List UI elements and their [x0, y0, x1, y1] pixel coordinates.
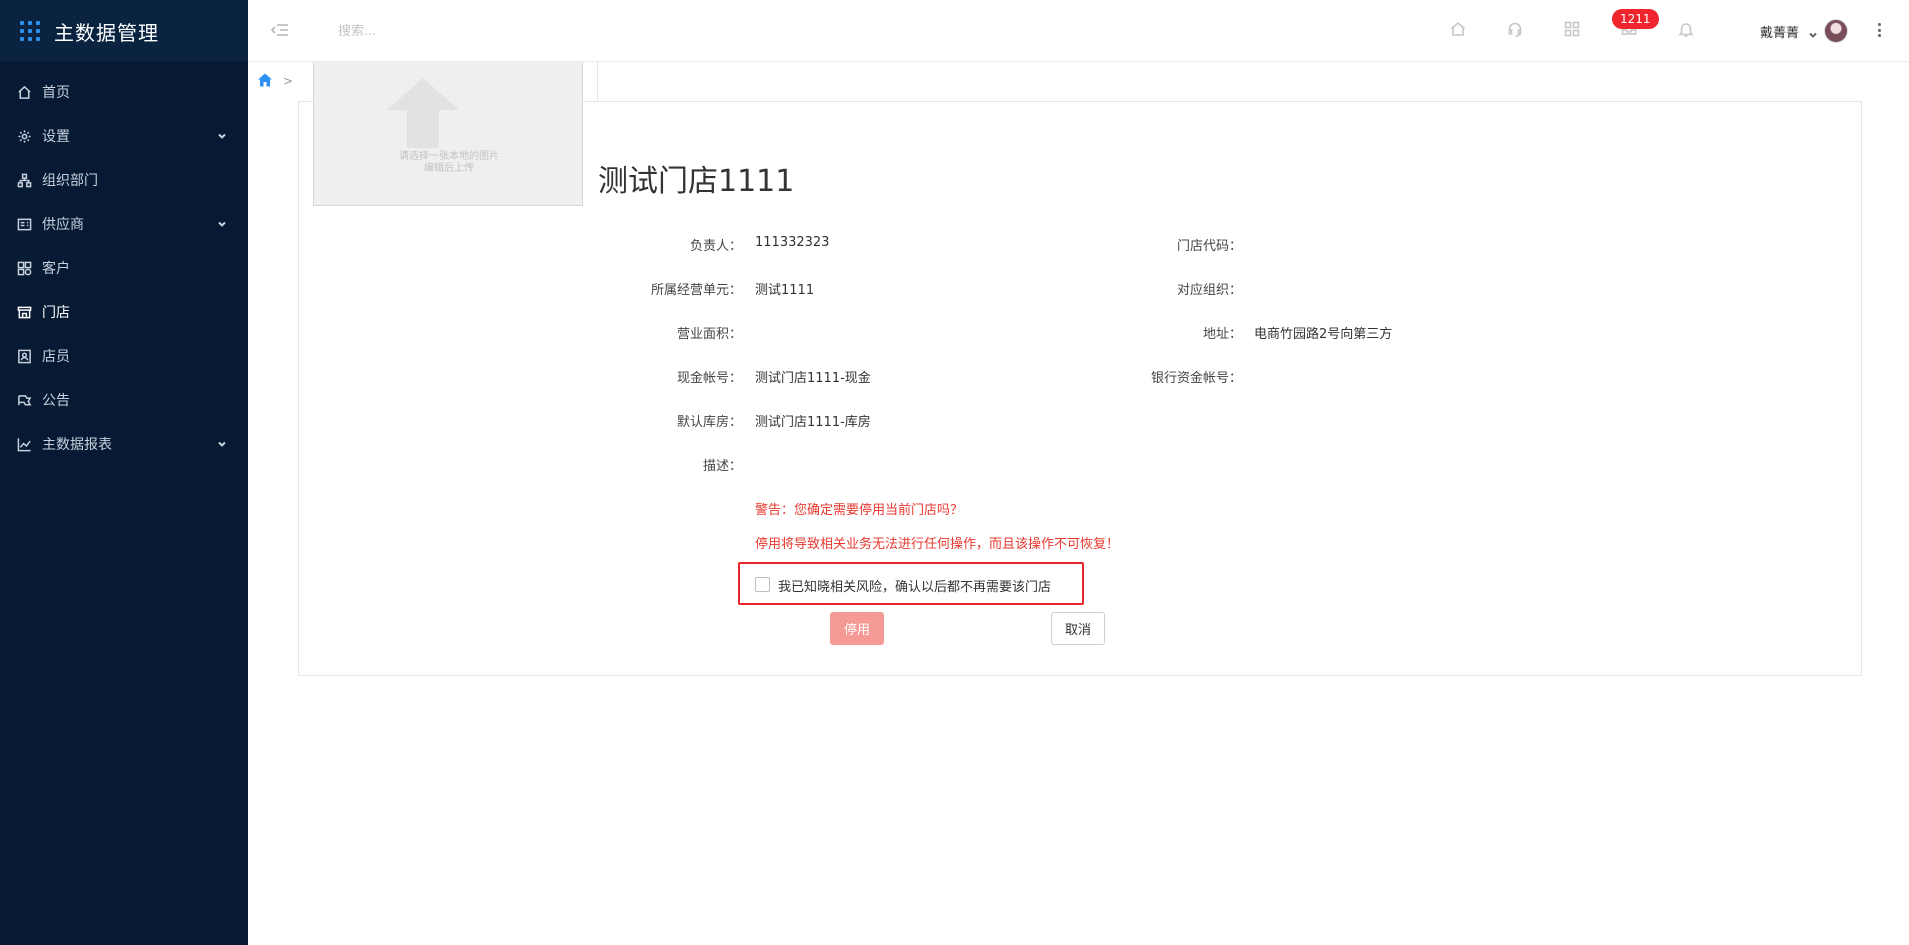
org-chart-icon: [16, 172, 32, 188]
sidebar-item-label: 组织部门: [42, 173, 98, 189]
customer-icon: [16, 260, 32, 276]
sidebar-item-report[interactable]: 主数据报表: [0, 422, 248, 466]
sidebar-item-org[interactable]: 组织部门: [0, 158, 248, 202]
warehouse-label: 默认库房：: [676, 415, 742, 430]
breadcrumb-separator: >: [283, 74, 294, 88]
upload-hint-sub: 编辑后上传: [424, 163, 474, 174]
sidebar-item-label: 设置: [42, 129, 70, 145]
sidebar-item-announcement[interactable]: 公告: [0, 378, 248, 422]
sidebar: 主数据管理 首页 设置 组织部门 供应商 客户 门店 店员 公告 主数据报表: [0, 0, 248, 945]
store-code-label: 门店代码：: [1176, 239, 1242, 254]
apps-grid-icon[interactable]: [1563, 20, 1581, 38]
sidebar-item-home[interactable]: 首页: [0, 70, 248, 114]
manager-value: 111332323: [755, 235, 830, 250]
sidebar-item-label: 客户: [42, 261, 70, 277]
app-title: 主数据管理: [54, 20, 159, 45]
bell-icon[interactable]: [1677, 20, 1695, 38]
sidebar-item-supplier[interactable]: 供应商: [0, 202, 248, 246]
sidebar-item-staff[interactable]: 店员: [0, 334, 248, 378]
manager-label: 负责人：: [689, 239, 742, 254]
app-root: 主数据管理 首页 设置 组织部门 供应商 客户 门店 店员 公告 主数据报表 搜…: [0, 0, 1909, 945]
image-upload[interactable]: 请选择一张本地的图片 编辑后上传: [313, 62, 583, 206]
announcement-icon: [16, 392, 32, 408]
home-icon[interactable]: [1449, 20, 1467, 38]
user-name[interactable]: 戴菁菁: [1760, 22, 1799, 41]
search-input[interactable]: [338, 18, 638, 44]
cash-account-value: 测试门店1111-现金: [755, 371, 871, 386]
chart-icon: [16, 436, 32, 452]
card-header-line: [597, 62, 1862, 102]
cash-account-label: 现金帐号：: [676, 371, 742, 386]
confirm-risk-label[interactable]: 我已知晓相关风险，确认以后都不再需要该门店: [778, 576, 1051, 595]
top-header: 1211 戴菁菁: [248, 0, 1909, 62]
area-label: 营业面积：: [676, 327, 742, 342]
store-title: 测试门店1111: [598, 164, 795, 199]
chevron-down-icon: [216, 218, 228, 230]
supplier-icon: [16, 216, 32, 232]
bank-account-label: 银行资金帐号：: [1150, 371, 1242, 386]
message-badge: 1211: [1612, 9, 1659, 29]
sidebar-item-store[interactable]: 门店: [0, 290, 248, 334]
sidebar-item-label: 店员: [42, 349, 70, 365]
warning-text: 警告：您确定需要停用当前门店吗？: [755, 503, 964, 518]
staff-icon: [16, 348, 32, 364]
collapse-menu-icon[interactable]: [270, 20, 290, 40]
org-label: 对应组织：: [1176, 283, 1242, 298]
sidebar-menu: 首页 设置 组织部门 供应商 客户 门店 店员 公告 主数据报表: [0, 62, 248, 466]
description-label: 描述：: [702, 459, 742, 474]
apps-grid-icon: [20, 21, 40, 41]
business-unit-label: 所属经营单元：: [650, 283, 742, 298]
confirm-risk-checkbox[interactable]: [755, 577, 770, 592]
disable-button[interactable]: 停用: [830, 612, 884, 645]
business-unit-value: 测试1111: [755, 283, 815, 298]
warehouse-value: 测试门店1111-库房: [755, 415, 871, 430]
headset-icon[interactable]: [1506, 20, 1524, 38]
sidebar-item-label: 首页: [42, 85, 70, 101]
upload-hint: 请选择一张本地的图片: [399, 151, 499, 162]
sidebar-item-customer[interactable]: 客户: [0, 246, 248, 290]
breadcrumb-home-icon[interactable]: [257, 72, 273, 88]
more-vertical-icon[interactable]: [1876, 20, 1882, 40]
warning-detail-text: 停用将导致相关业务无法进行任何操作，而且该操作不可恢复！: [755, 537, 1120, 552]
sidebar-item-settings[interactable]: 设置: [0, 114, 248, 158]
chevron-down-icon[interactable]: [1808, 25, 1818, 38]
home-icon: [16, 84, 32, 100]
store-icon: [16, 304, 32, 320]
sidebar-item-label: 主数据报表: [42, 437, 112, 453]
chevron-down-icon: [216, 130, 228, 142]
sidebar-item-label: 公告: [42, 393, 70, 409]
sidebar-item-label: 门店: [42, 305, 70, 321]
avatar[interactable]: [1824, 19, 1848, 43]
address-value: 电商竹园路2号向第三方: [1254, 327, 1393, 342]
cancel-button[interactable]: 取消: [1051, 612, 1105, 645]
sidebar-item-label: 供应商: [42, 217, 84, 233]
upload-arrow-icon: [385, 76, 461, 148]
chevron-down-icon: [216, 438, 228, 450]
gear-icon: [16, 128, 32, 144]
brand[interactable]: 主数据管理: [0, 0, 248, 62]
address-label: 地址：: [1202, 327, 1242, 342]
